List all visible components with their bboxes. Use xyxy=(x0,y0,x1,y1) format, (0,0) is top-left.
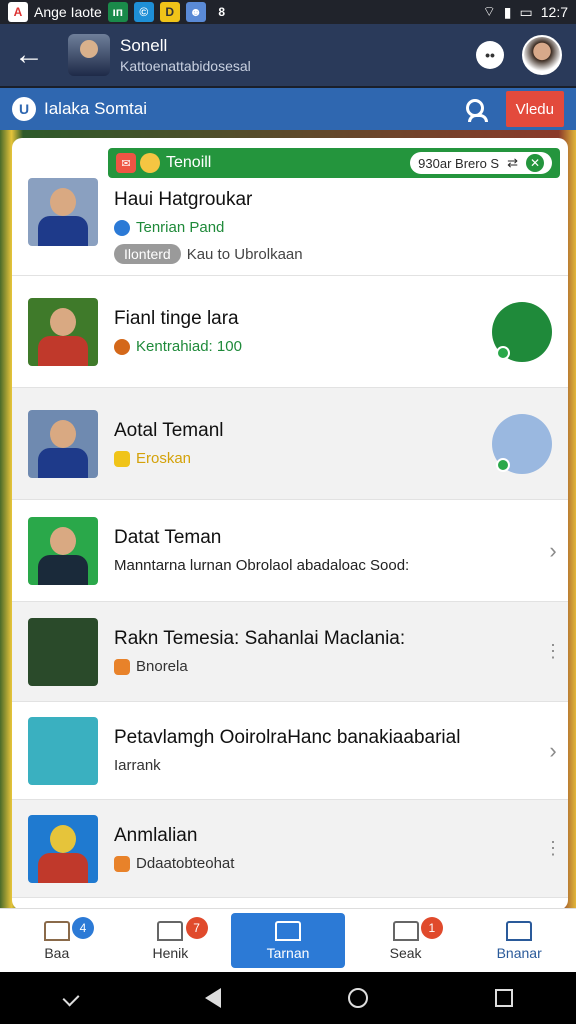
item-title: Anmlalian xyxy=(114,825,198,846)
chevron-right-icon[interactable]: › xyxy=(538,538,568,564)
item-subtitle: Iarrank xyxy=(114,757,161,774)
search-bar-title: Ialaka Somtai xyxy=(44,99,147,118)
notification-banner[interactable]: ✉ Tenoill 930ar Brero S ⇄ ✕ xyxy=(108,148,560,178)
status-bar: A Ange Iaote ıп © D ☻ 8 ⌔ ▮ ▭ 12:7 xyxy=(0,0,576,24)
user-search-icon[interactable] xyxy=(464,98,488,122)
header-subtitle: Kattoenattabidosesal xyxy=(120,58,251,74)
item-title: Haui Hatgroukar xyxy=(114,189,253,210)
nav-history[interactable]: Henik 7 xyxy=(114,909,228,972)
notification-icon: ☻ xyxy=(185,2,206,22)
list-item[interactable]: Datat Teman Manntarna lurnan Obrolaol ab… xyxy=(12,500,568,602)
profile-avatar[interactable] xyxy=(522,35,562,75)
status-badge: Ilonterd xyxy=(114,244,181,264)
friends-icon xyxy=(274,920,301,941)
nav-search[interactable]: Seak 1 xyxy=(349,909,463,972)
home-circle-icon[interactable] xyxy=(347,988,368,1008)
notification-title: Tenoill xyxy=(166,154,212,171)
item-title: Aotal Temanl xyxy=(114,420,224,441)
avatar xyxy=(28,409,98,478)
game-icon: ✉ xyxy=(116,153,136,173)
notification-icon: © xyxy=(133,2,154,22)
header-name: Sonell xyxy=(120,36,168,55)
system-navigation-bar xyxy=(0,972,576,1024)
list-item[interactable]: Rakn Temesia: Sahanlai Maclania: Bnorela… xyxy=(12,602,568,702)
notification-badge: 7 xyxy=(185,917,208,939)
status-note: Kau to Ubrolkaan xyxy=(186,245,303,263)
search-bar: U Ialaka Somtai Vledu xyxy=(0,88,576,130)
status-icon xyxy=(114,450,130,467)
game-icon xyxy=(114,658,130,675)
hide-keyboard-icon[interactable] xyxy=(62,989,79,1007)
nav-settings[interactable]: Bnanar xyxy=(462,909,576,972)
notification-icon: ıп xyxy=(107,2,128,22)
online-avatar[interactable] xyxy=(492,413,552,474)
more-vertical-icon[interactable]: ⋮ xyxy=(538,641,568,662)
avatar[interactable] xyxy=(68,34,110,76)
status-left-text: Ange Iaote xyxy=(34,4,102,20)
more-options-icon[interactable]: •• xyxy=(476,41,504,69)
emoji-icon xyxy=(140,153,160,173)
search-document-icon xyxy=(392,920,419,941)
item-title: Rakn Temesia: Sahanlai Maclania: xyxy=(114,628,406,649)
friend-list: Haui Hatgroukar Tenrian Pand Ilonterd Ka… xyxy=(12,138,568,910)
item-title: Petavlamgh OoirolraHanc banakiaabarial xyxy=(114,727,461,748)
list-item[interactable]: Fianl tinge lara Kentrahiad: 100 xyxy=(12,276,568,388)
game-thumbnail xyxy=(28,617,98,686)
item-subtitle: Ddaatobteohat xyxy=(114,855,538,872)
back-arrow-icon[interactable]: ← xyxy=(14,40,50,70)
online-dot-icon xyxy=(496,345,510,360)
app-icon: A xyxy=(8,2,28,22)
list-item[interactable]: Haui Hatgroukar Tenrian Pand Ilonterd Ka… xyxy=(12,138,568,276)
close-icon[interactable]: ✕ xyxy=(526,154,544,172)
signal-icon: ▮ xyxy=(503,3,512,20)
item-status: Ilonterd Kau to Ubrolkaan xyxy=(114,244,568,264)
item-subtitle: Eroskan xyxy=(114,450,492,467)
more-vertical-icon[interactable]: ⋮ xyxy=(538,838,568,859)
item-subtitle: Tenrian Pand xyxy=(114,219,568,236)
item-title: Datat Teman xyxy=(114,527,222,548)
inbox-icon xyxy=(157,920,184,941)
recent-apps-icon[interactable] xyxy=(494,989,513,1007)
bottom-navigation: Baa 4 Henik 7 Tarnan Seak 1 Bnanar xyxy=(0,908,576,972)
list-item[interactable]: Aotal Temanl Eroskan xyxy=(12,388,568,500)
chevron-right-icon[interactable]: › xyxy=(538,738,568,764)
game-icon xyxy=(114,855,130,872)
notification-pill: 930ar Brero S ⇄ ✕ xyxy=(410,152,552,174)
coin-icon xyxy=(114,338,130,355)
online-avatar[interactable] xyxy=(492,301,552,362)
item-subtitle: Manntarna lurnan Obrolaol abadaloac Sood… xyxy=(114,557,410,574)
notification-badge: 1 xyxy=(420,917,443,939)
item-subtitle: Bnorela xyxy=(114,658,538,675)
back-icon[interactable] xyxy=(204,988,221,1008)
item-title: Fianl tinge lara xyxy=(114,308,239,329)
avatar xyxy=(28,297,98,366)
avatar xyxy=(28,814,98,883)
action-button[interactable]: Vledu xyxy=(505,91,564,127)
avatar xyxy=(28,177,98,246)
clock: 12:7 xyxy=(540,4,568,20)
app-logo-icon: U xyxy=(12,97,36,121)
battery-icon: ▭ xyxy=(519,3,533,20)
info-icon xyxy=(114,219,130,236)
online-dot-icon xyxy=(496,457,510,472)
notification-icon: 8 xyxy=(218,5,226,19)
list-item[interactable]: Anmlalian Ddaatobteohat ⋮ xyxy=(12,800,568,898)
nav-home[interactable]: Baa 4 xyxy=(0,909,114,972)
wifi-icon: ⌔ xyxy=(482,3,496,19)
game-thumbnail xyxy=(28,716,98,785)
home-icon xyxy=(43,920,70,941)
list-item[interactable]: Petavlamgh OoirolraHanc banakiaabarial I… xyxy=(12,702,568,800)
notification-badge: 4 xyxy=(72,917,94,939)
chat-header: ← Sonell Kattoenattabidosesal •• xyxy=(0,24,576,86)
notification-icon: D xyxy=(159,2,180,22)
people-icon xyxy=(506,920,533,941)
share-icon[interactable]: ⇄ xyxy=(507,155,518,171)
item-subtitle: Kentrahiad: 100 xyxy=(114,338,492,355)
avatar xyxy=(28,516,98,585)
nav-friends[interactable]: Tarnan xyxy=(231,913,345,968)
